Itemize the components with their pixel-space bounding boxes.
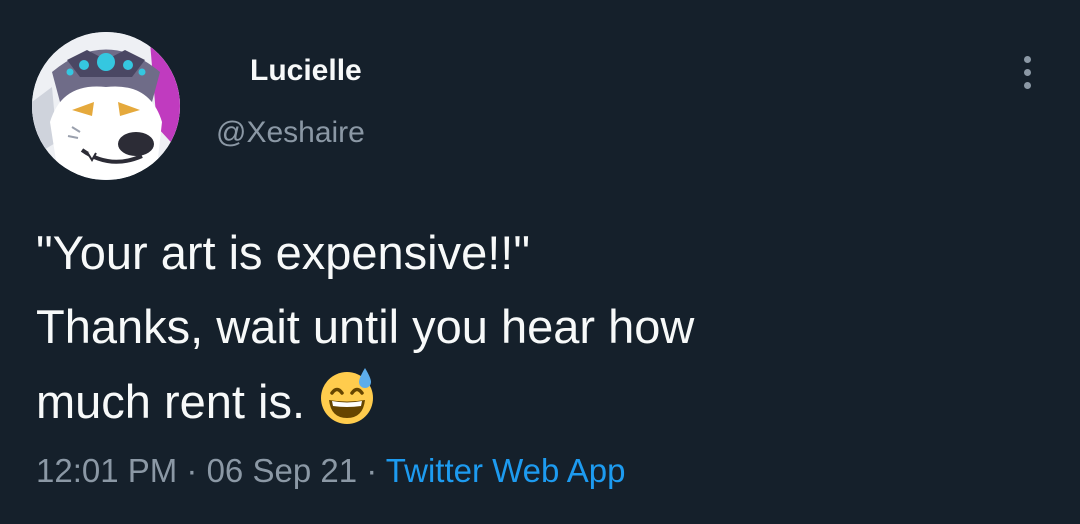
display-name[interactable]: Lucielle [216, 48, 396, 94]
display-name-text: Lucielle [250, 54, 362, 87]
wolf-avatar-icon [32, 32, 180, 180]
tweet-text: "Your art is expensive!!" Thanks, wait u… [36, 216, 1036, 439]
meta-separator: · [177, 452, 207, 489]
more-options-icon [1023, 68, 1031, 76]
tweet-line: much rent is. [36, 364, 1036, 439]
avatar[interactable] [32, 32, 180, 180]
tweet-meta: 12:01 PM · 06 Sep 21 · Twitter Web App [36, 452, 625, 490]
tweet-source-link[interactable]: Twitter Web App [386, 452, 626, 489]
tweet-date[interactable]: 06 Sep 21 [207, 452, 357, 489]
crescent-moon-icon [216, 52, 250, 90]
crescent-moon-icon [362, 52, 396, 90]
more-options-icon [1023, 81, 1031, 89]
more-options-button[interactable] [1012, 48, 1042, 96]
user-handle[interactable]: @Xeshaire [216, 116, 365, 150]
grinning-sweat-emoji-icon [315, 364, 379, 428]
tweet-time[interactable]: 12:01 PM [36, 452, 177, 489]
meta-separator: · [357, 452, 386, 489]
tweet-line-text: much rent is. [36, 375, 306, 428]
tweet-line: Thanks, wait until you hear how [36, 300, 695, 353]
tweet-line: "Your art is expensive!!" [36, 226, 531, 279]
more-options-icon [1023, 55, 1031, 63]
